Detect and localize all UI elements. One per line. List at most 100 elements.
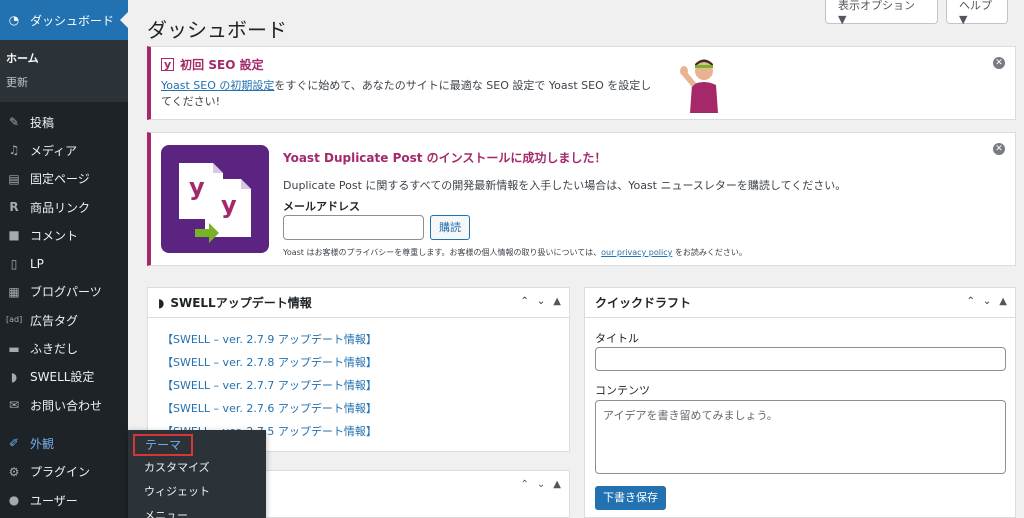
privacy-note: Yoast はお客様のプライバシーを尊重します。お客様の個人情報の取り扱いについ… — [283, 247, 747, 258]
update-link[interactable]: 【SWELL – ver. 2.7.6 アップデート情報】 — [162, 402, 377, 415]
seo-setup-link[interactable]: Yoast SEO の初期設定 — [161, 79, 274, 92]
sidebar-item-appearance[interactable]: ✐ 外観 — [0, 429, 128, 457]
screen-options-button[interactable]: 表示オプション ▼ — [825, 0, 938, 26]
toggle-panel-icon[interactable]: ▲ — [999, 296, 1007, 307]
notice-title: 初回 SEO 設定 — [180, 58, 264, 72]
move-down-icon[interactable]: ⌄ — [537, 296, 545, 307]
submenu-updates[interactable]: 更新 — [0, 70, 128, 94]
sidebar-item-label: LP — [30, 256, 44, 271]
sidebar-item-label: 広告タグ — [30, 313, 79, 328]
quick-draft-panel: クイックドラフト ⌃ ⌄ ▲ タイトル コンテンツ アイデアを書き留めてみましょ… — [584, 287, 1016, 518]
move-up-icon[interactable]: ⌃ — [521, 479, 529, 490]
flyout-item-widgets[interactable]: ウィジェット — [128, 480, 266, 504]
update-list: 【SWELL – ver. 2.7.9 アップデート情報】 【SWELL – v… — [148, 318, 569, 443]
update-link[interactable]: 【SWELL – ver. 2.7.9 アップデート情報】 — [162, 333, 377, 346]
plugin-icon: ⚙ — [8, 464, 20, 479]
swell-icon: ◗ — [158, 295, 165, 310]
move-up-icon[interactable]: ⌃ — [967, 296, 975, 307]
r-icon: R — [9, 200, 19, 215]
sidebar-item-speech-bubbles[interactable]: ▬ ふきだし — [0, 334, 128, 362]
panel-controls: ⌃ ⌄ ▲ — [967, 296, 1007, 307]
update-link[interactable]: 【SWELL – ver. 2.7.7 アップデート情報】 — [162, 379, 377, 392]
sidebar-item-ad-tags[interactable]: [ad] 広告タグ — [0, 306, 128, 334]
seo-setup-notice: y 初回 SEO 設定 Yoast SEO の初期設定をすぐに始めて、あなたのサ… — [147, 46, 1016, 120]
move-up-icon[interactable]: ⌃ — [521, 296, 529, 307]
sidebar-item-label: 投稿 — [30, 115, 55, 130]
privacy-text: Yoast はお客様のプライバシーを尊重します。お客様の個人情報の取り扱いについ… — [283, 248, 602, 257]
sidebar-item-label: プラグイン — [30, 465, 91, 480]
sidebar-item-media[interactable]: ♫ メディア — [0, 136, 128, 164]
page-title: ダッシュボード — [147, 18, 287, 42]
admin-sidebar: ◔ ダッシュボード ホーム 更新 ✎ 投稿 ♫ メディア ▤ 固定ページ R 商品リンク… — [0, 0, 128, 518]
dismiss-seo-notice-button[interactable]: ✕ — [993, 57, 1005, 69]
pin-icon: ✎ — [8, 115, 20, 130]
yoast-character-illustration — [676, 55, 726, 115]
swell-update-panel: ◗ SWELLアップデート情報 ⌃ ⌄ ▲ 【SWELL – ver. 2.7.… — [147, 287, 570, 452]
sidebar-item-label: 商品リンク — [30, 200, 91, 215]
content-placeholder: アイデアを書き留めてみましょう。 — [603, 409, 778, 422]
panel-header: クイックドラフト ⌃ ⌄ ▲ — [585, 288, 1015, 318]
panel-title: SWELLアップデート情報 — [170, 296, 312, 310]
notice-title: Yoast Duplicate Post のインストールに成功しました！ — [283, 151, 607, 165]
privacy-policy-link[interactable]: our privacy policy — [601, 248, 672, 257]
submenu-home[interactable]: ホーム — [0, 46, 128, 70]
duplicate-post-notice: y y Yoast Duplicate Post のインストールに成功しました！… — [147, 132, 1016, 266]
sidebar-item-product-links[interactable]: R 商品リンク — [0, 193, 128, 221]
sidebar-item-users[interactable]: ● ユーザー — [0, 486, 128, 514]
sidebar-item-pages[interactable]: ▤ 固定ページ — [0, 165, 128, 193]
sidebar-item-label: SWELL設定 — [30, 370, 95, 385]
swell-icon: ◗ — [10, 369, 18, 384]
move-down-icon[interactable]: ⌄ — [983, 296, 991, 307]
mail-icon: ✉ — [8, 398, 20, 413]
sidebar-item-contact[interactable]: ✉ お問い合わせ — [0, 391, 128, 419]
dismiss-duplicate-post-notice-button[interactable]: ✕ — [993, 143, 1005, 155]
sidebar-item-plugins[interactable]: ⚙ プラグイン — [0, 458, 128, 486]
sidebar-item-label: お問い合わせ — [30, 398, 103, 413]
sidebar-item-label: コメント — [30, 228, 79, 243]
panel-title: クイックドラフト — [595, 296, 692, 310]
sidebar-item-dashboard[interactable]: ◔ ダッシュボード — [0, 0, 128, 40]
sidebar-item-label: メディア — [30, 143, 78, 158]
sidebar-item-label: ダッシュボード — [30, 13, 115, 28]
privacy-text-end: をお読みください。 — [672, 248, 747, 257]
list-item: 【SWELL – ver. 2.7.9 アップデート情報】 — [162, 328, 569, 351]
list-item: 【SWELL – ver. 2.7.7 アップデート情報】 — [162, 374, 569, 397]
email-label: メールアドレス — [283, 200, 360, 213]
move-down-icon[interactable]: ⌄ — [537, 479, 545, 490]
email-input[interactable] — [283, 215, 424, 240]
sidebar-item-swell-settings[interactable]: ◗ SWELL設定 — [0, 363, 128, 391]
sidebar-item-label: ブログパーツ — [30, 285, 102, 300]
subscribe-button[interactable]: 購読 — [430, 215, 470, 240]
page-icon: ▤ — [8, 171, 20, 186]
duplicate-post-logo: y y — [161, 145, 269, 253]
speech-bubble-icon: ▬ — [8, 341, 20, 356]
notice-text: Yoast SEO の初期設定をすぐに始めて、あなたのサイトに最適な SEO 設… — [161, 78, 656, 110]
draft-title-input[interactable] — [595, 347, 1006, 371]
update-link[interactable]: 【SWELL – ver. 2.7.8 アップデート情報】 — [162, 356, 377, 369]
toggle-panel-icon[interactable]: ▲ — [553, 479, 561, 490]
ad-icon: [ad] — [6, 315, 23, 325]
sidebar-item-label: 外観 — [30, 436, 55, 451]
media-icon: ♫ — [8, 143, 20, 158]
sidebar-item-comments[interactable]: ■ コメント — [0, 221, 128, 249]
flyout-item-menus[interactable]: メニュー — [128, 504, 266, 518]
sidebar-item-blog-parts[interactable]: ▦ ブログパーツ — [0, 278, 128, 306]
draft-content-textarea[interactable]: アイデアを書き留めてみましょう。 — [595, 400, 1006, 474]
comment-icon: ■ — [8, 228, 20, 243]
blog-parts-icon: ▦ — [8, 284, 20, 299]
sidebar-item-posts[interactable]: ✎ 投稿 — [0, 108, 128, 136]
list-item: 【SWELL – ver. 2.7.8 アップデート情報】 — [162, 351, 569, 374]
flyout-item-customize[interactable]: カスタマイズ — [128, 456, 266, 480]
sidebar-item-lp[interactable]: ▯ LP — [0, 249, 128, 277]
save-draft-button[interactable]: 下書き保存 — [595, 486, 666, 510]
sidebar-item-label: ふきだし — [30, 342, 79, 357]
list-item: 【SWELL – ver. 2.7.6 アップデート情報】 — [162, 397, 569, 420]
panel-header: ◗ SWELLアップデート情報 ⌃ ⌄ ▲ — [148, 288, 569, 318]
svg-text:y: y — [189, 173, 205, 201]
toggle-panel-icon[interactable]: ▲ — [553, 296, 561, 307]
notice-body: Duplicate Post に関するすべての開発最新情報を入手したい場合は、Y… — [283, 179, 847, 192]
help-button[interactable]: ヘルプ ▼ — [946, 0, 1008, 26]
user-icon: ● — [8, 493, 20, 507]
flyout-item-themes[interactable]: テーマ — [133, 434, 194, 456]
yoast-icon: y — [161, 58, 175, 71]
